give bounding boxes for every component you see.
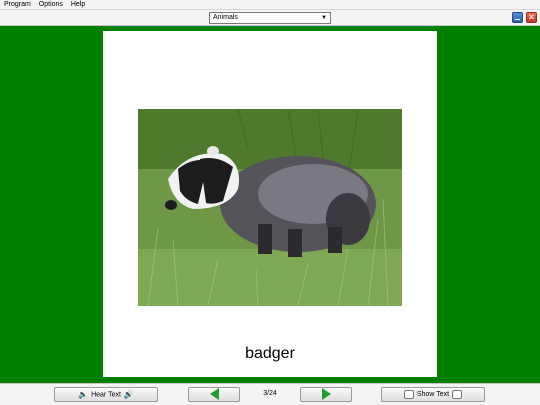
hear-text-label: Hear Text [91,391,121,399]
menu-options[interactable]: Options [36,0,66,10]
speaker-icon: 🔈 [78,390,89,399]
menu-program[interactable]: Program [0,0,34,10]
card-word: badger [245,345,295,362]
show-text-label: Show Text [416,391,450,398]
speaker-icon: 🔊 [123,390,134,399]
category-select[interactable]: Animals ▼ [209,12,331,24]
toolbar: Animals ▼ × [0,10,540,26]
next-button[interactable] [300,387,352,402]
minimize-icon[interactable] [512,12,523,23]
chevron-down-icon: ▼ [321,15,327,21]
menu-help[interactable]: Help [68,0,88,10]
hear-text-button[interactable]: 🔈 Hear Text 🔊 [54,387,158,402]
category-value: Animals [213,14,238,21]
close-icon[interactable]: × [526,12,537,23]
page-counter: 3/24 [263,390,277,397]
animal-photo [138,109,402,306]
toggle-icon [403,389,414,399]
previous-button[interactable] [188,387,240,402]
badger-image [138,109,402,306]
toggle-icon [452,389,463,399]
show-text-button[interactable]: Show Text [381,387,485,402]
arrow-left-icon [209,388,219,401]
menu-bar: Program Options Help [0,0,540,10]
bottom-bar: 🔈 Hear Text 🔊 3/24 Show Text [0,383,540,405]
flash-card: badger [103,31,437,377]
arrow-right-icon [321,388,331,401]
